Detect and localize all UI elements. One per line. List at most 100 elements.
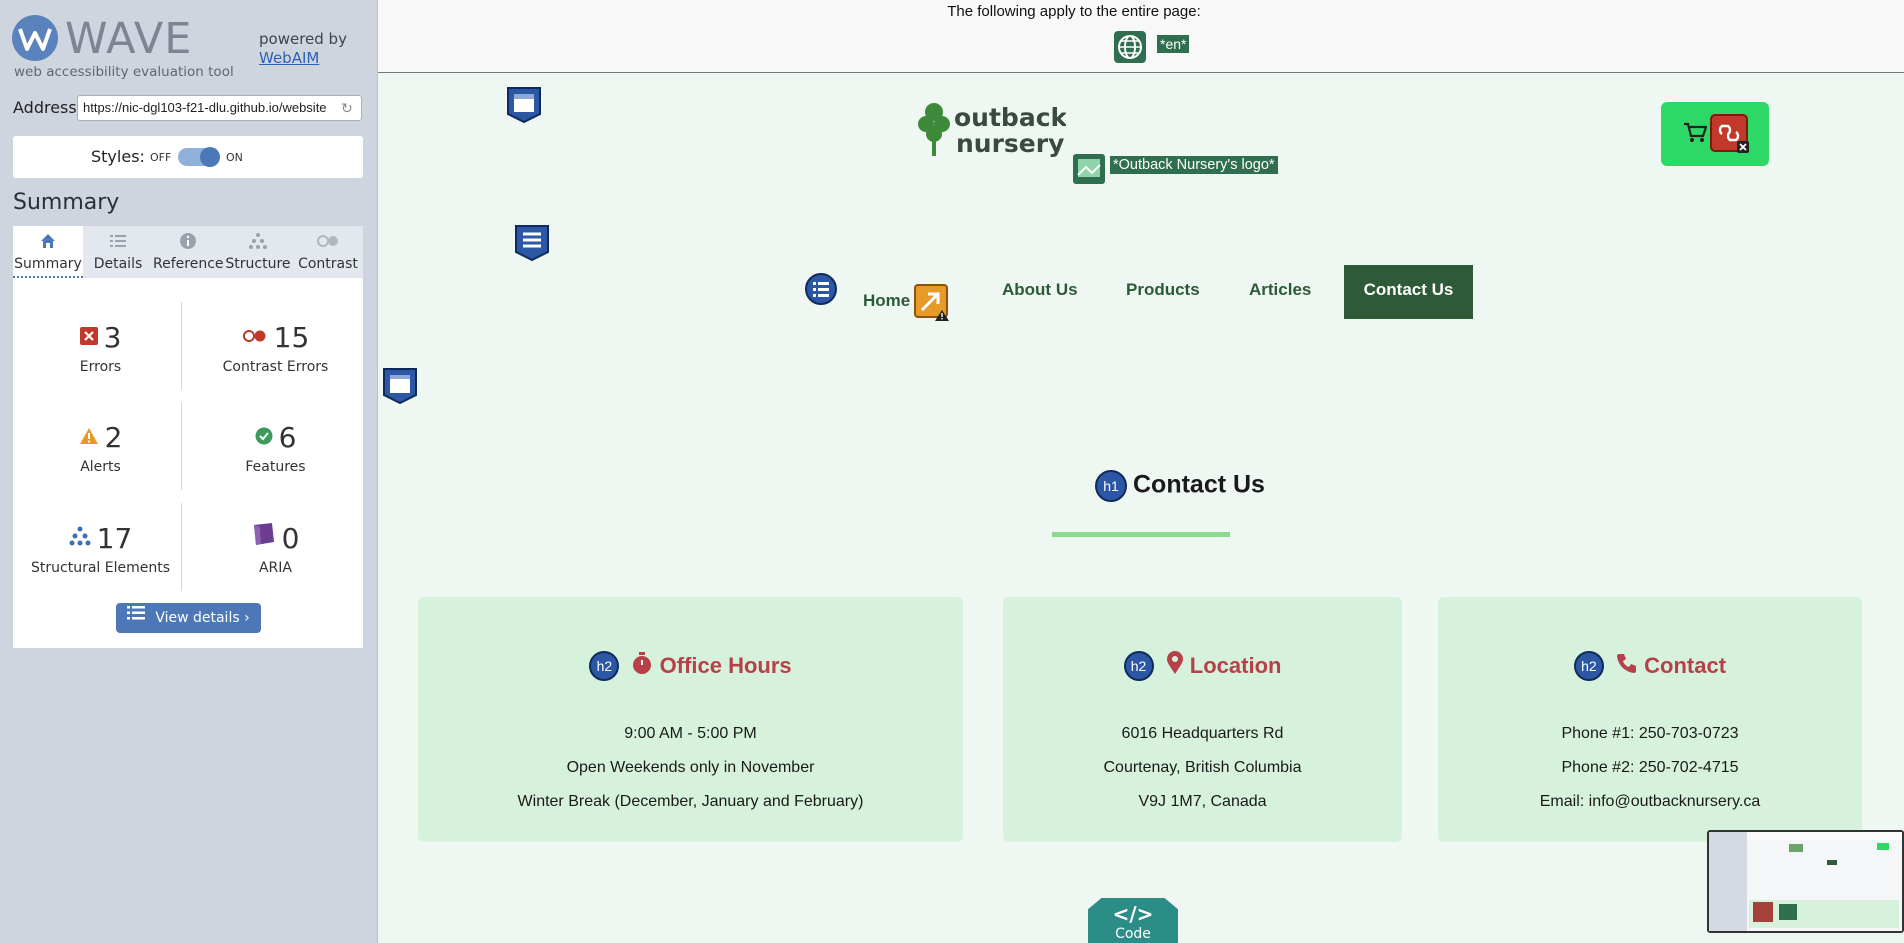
styles-label: Styles: <box>91 147 145 166</box>
tab-reference[interactable]: Reference <box>153 226 224 278</box>
phone-icon <box>1616 654 1638 679</box>
structural-count: 17 <box>96 522 133 555</box>
applies-text: The following apply to the entire page: <box>947 3 1201 20</box>
list-icon <box>83 232 153 254</box>
aria-icon <box>252 519 276 555</box>
card-lines: 9:00 AM - 5:00 PM Open Weekends only in … <box>418 717 963 819</box>
list-structure-icon[interactable] <box>804 272 838 310</box>
structural-label: Structural Elements <box>31 560 170 576</box>
card-title-text: Location <box>1189 653 1282 678</box>
webaim-link[interactable]: WebAIM <box>259 49 319 67</box>
nav-home[interactable]: Home <box>863 291 910 311</box>
nav-articles[interactable]: Articles <box>1249 280 1311 300</box>
code-toggle-button[interactable]: </> Code <box>1088 898 1178 943</box>
tab-details[interactable]: Details <box>83 226 153 278</box>
h2-badge-icon[interactable]: h2 <box>1573 651 1604 681</box>
refresh-icon[interactable]: ↻ <box>341 100 357 116</box>
tab-reference-label: Reference <box>153 256 224 272</box>
page-title-text: Contact Us <box>1133 470 1265 499</box>
stat-alerts[interactable]: 2 Alerts <box>13 420 188 475</box>
styles-toggle[interactable] <box>178 147 220 167</box>
alerts-count: 2 <box>104 421 123 454</box>
errors-count: 3 <box>103 321 122 354</box>
cart-icon <box>1683 122 1708 148</box>
view-details-button[interactable]: View details › <box>116 603 261 633</box>
logo-alt-text: *Outback Nursery's logo* <box>1110 156 1278 174</box>
redundant-link-alert-icon[interactable] <box>914 284 950 326</box>
card-line: Open Weekends only in November <box>566 759 815 776</box>
tab-structure-label: Structure <box>225 256 291 272</box>
stat-features[interactable]: 6 Features <box>188 420 363 475</box>
card-line: V9J 1M7, Canada <box>1138 793 1267 810</box>
empty-link-error-icon[interactable] <box>1710 114 1750 158</box>
map-pin-icon <box>1166 651 1184 680</box>
logo-line2: nursery <box>956 129 1064 158</box>
contrast-icon <box>293 232 363 254</box>
card-title: h2 Contact <box>1438 651 1862 681</box>
wave-subtitle: web accessibility evaluation tool <box>14 64 234 80</box>
card-title-text: Office Hours <box>659 653 792 678</box>
nav-about[interactable]: About Us <box>1002 280 1078 300</box>
nav-products[interactable]: Products <box>1126 280 1200 300</box>
alerts-label: Alerts <box>80 459 121 475</box>
office-hours-card: h2 Office Hours 9:00 AM - 5:00 PM Open W… <box>418 597 963 842</box>
card-line: Winter Break (December, January and Febr… <box>517 793 864 810</box>
toggle-knob <box>200 147 220 167</box>
stat-structural[interactable]: 17 Structural Elements <box>13 521 188 576</box>
stopwatch-icon <box>631 652 653 680</box>
cart-button[interactable] <box>1661 102 1769 166</box>
logo-line1: outback <box>954 103 1066 132</box>
tab-structure[interactable]: Structure <box>223 226 293 278</box>
tab-summary[interactable]: Summary <box>13 226 83 278</box>
code-label: Code <box>1115 926 1151 942</box>
h1-badge-icon[interactable]: h1 <box>1095 470 1127 502</box>
page-thumbnail[interactable] <box>1707 830 1904 933</box>
header-region-icon[interactable] <box>506 86 542 128</box>
features-count: 6 <box>278 421 297 454</box>
contact-card: h2 Contact Phone #1: 250-703-0723 Phone … <box>1438 597 1862 842</box>
card-line: Courtenay, British Columbia <box>1103 759 1302 776</box>
h2-badge-icon[interactable]: h2 <box>589 651 620 681</box>
styles-on-label: ON <box>226 151 243 164</box>
styles-panel: Styles: OFF ON <box>13 136 363 178</box>
view-details-label: View details › <box>155 610 250 626</box>
card-title-text: Contact <box>1644 653 1727 678</box>
contrast-error-icon <box>242 318 268 354</box>
stat-errors[interactable]: 3 Errors <box>13 320 188 375</box>
language-tag: *en* <box>1157 35 1190 53</box>
linked-image-icon[interactable] <box>1072 153 1106 189</box>
stat-aria[interactable]: 0 ARIA <box>188 521 363 576</box>
card-line: Phone #2: 250-702-4715 <box>1561 759 1739 776</box>
wave-sidebar: WAVE web accessibility evaluation tool p… <box>0 0 378 943</box>
info-icon <box>153 232 223 254</box>
address-label: Address: <box>13 98 83 117</box>
summary-stats: 3 Errors 15 Contrast Errors 2 Alerts 6 F… <box>13 278 363 648</box>
site-logo[interactable]: outback nursery <box>916 98 1069 160</box>
tab-details-label: Details <box>93 256 143 272</box>
contrast-errors-count: 15 <box>273 321 310 354</box>
location-card: h2 Location 6016 Headquarters Rd Courten… <box>1003 597 1402 842</box>
features-label: Features <box>245 459 306 475</box>
tab-contrast[interactable]: Contrast <box>293 226 363 278</box>
panel-tabs: Summary Details Reference Structure Cont… <box>13 226 363 278</box>
alert-icon <box>79 418 99 454</box>
tab-contrast-label: Contrast <box>298 256 358 272</box>
card-line: Phone #1: 250-703-0723 <box>1561 725 1739 742</box>
wave-logo-icon <box>12 15 58 61</box>
home-icon <box>13 232 83 254</box>
wave-brand: WAVE <box>65 14 193 64</box>
powered-by-text: powered by <box>259 30 347 48</box>
card-line: Email: info@outbacknursery.ca <box>1539 793 1761 810</box>
stat-contrast-errors[interactable]: 15 Contrast Errors <box>188 320 363 375</box>
nav-contact[interactable]: Contact Us <box>1344 265 1473 319</box>
main-region-icon[interactable] <box>382 367 418 409</box>
card-lines: Phone #1: 250-703-0723 Phone #2: 250-702… <box>1438 717 1862 819</box>
check-icon <box>255 418 273 454</box>
card-title: h2 Office Hours <box>418 651 963 681</box>
navigation-region-icon[interactable] <box>514 224 550 266</box>
card-lines: 6016 Headquarters Rd Courtenay, British … <box>1003 717 1402 819</box>
address-input[interactable]: https://nic-dgl103-f21-dlu.github.io/web… <box>77 95 362 121</box>
aria-label: ARIA <box>258 560 292 576</box>
h2-badge-icon[interactable]: h2 <box>1123 651 1154 681</box>
language-icon[interactable] <box>1114 31 1146 63</box>
